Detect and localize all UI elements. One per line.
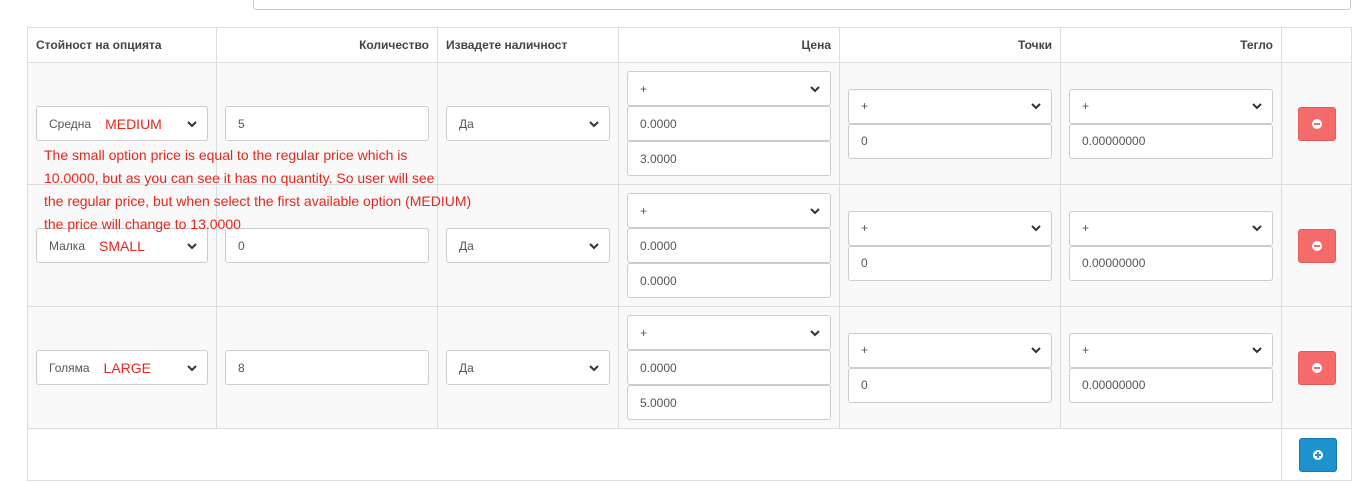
annotation-line: the regular price, but when select the f… bbox=[44, 193, 472, 209]
option-value-label: Средна bbox=[49, 116, 92, 131]
points-prefix-select[interactable]: + bbox=[848, 88, 1052, 124]
price-prefix-select[interactable]: + bbox=[627, 71, 831, 106]
extra-price-input[interactable]: 5.0000 bbox=[627, 385, 831, 420]
chevron-down-icon bbox=[587, 117, 601, 131]
chevron-down-icon bbox=[808, 82, 822, 96]
chevron-down-icon bbox=[1250, 343, 1264, 357]
weight-input[interactable]: 0.00000000 bbox=[1069, 123, 1273, 159]
option-values-table: Стойност на опцията Количество Извадете … bbox=[27, 27, 1352, 481]
chevron-down-icon bbox=[185, 239, 199, 253]
remove-option-button[interactable] bbox=[1297, 350, 1336, 385]
option-value-label: Малка bbox=[49, 238, 85, 253]
minus-circle-icon bbox=[1311, 118, 1322, 129]
table-footer-row bbox=[27, 428, 1352, 481]
chevron-down-icon bbox=[185, 117, 199, 131]
chevron-down-icon bbox=[1029, 343, 1043, 357]
table-header-row: Стойност на опцията Количество Извадете … bbox=[27, 27, 1352, 63]
points-input[interactable]: 0 bbox=[848, 123, 1052, 159]
price-input[interactable]: 0.0000 bbox=[627, 350, 831, 385]
subtract-select[interactable]: Да bbox=[446, 350, 610, 385]
option-name-input[interactable] bbox=[253, 0, 1351, 10]
subtract-select[interactable]: Да bbox=[446, 106, 610, 141]
extra-price-input[interactable]: 3.0000 bbox=[627, 141, 831, 176]
option-note: MEDIUM bbox=[105, 115, 162, 132]
minus-circle-icon bbox=[1311, 240, 1322, 251]
extra-price-input[interactable]: 0.0000 bbox=[627, 263, 831, 298]
points-prefix-select[interactable]: + bbox=[848, 332, 1052, 368]
add-option-value-button[interactable] bbox=[1299, 437, 1337, 472]
annotation-line: the price will change to 13.0000 bbox=[44, 216, 241, 232]
chevron-down-icon bbox=[1250, 221, 1264, 235]
chevron-down-icon bbox=[587, 239, 601, 253]
remove-option-button[interactable] bbox=[1297, 228, 1336, 263]
chevron-down-icon bbox=[808, 204, 822, 218]
header-option-value: Стойност на опцията bbox=[27, 27, 217, 63]
header-quantity: Количество bbox=[216, 27, 438, 63]
price-prefix-select[interactable]: + bbox=[627, 315, 831, 350]
price-input[interactable]: 0.0000 bbox=[627, 106, 831, 141]
annotation-line: 10.0000, but as you can see it has no qu… bbox=[44, 170, 435, 186]
points-input[interactable]: 0 bbox=[848, 245, 1052, 281]
price-prefix-select[interactable]: + bbox=[627, 193, 831, 228]
chevron-down-icon bbox=[1029, 221, 1043, 235]
table-row: Голяма LARGE 8 Да + 0.0000 5.0000 + 0 + … bbox=[27, 306, 1352, 429]
option-value-label: Голяма bbox=[49, 360, 90, 375]
plus-circle-icon bbox=[1313, 449, 1323, 460]
option-note: LARGE bbox=[103, 359, 151, 376]
header-subtract: Извадете наличност bbox=[437, 27, 619, 63]
annotation-line: The small option price is equal to the r… bbox=[44, 147, 408, 163]
weight-input[interactable]: 0.00000000 bbox=[1069, 367, 1273, 403]
header-price: Цена bbox=[618, 27, 840, 63]
chevron-down-icon bbox=[185, 361, 199, 375]
chevron-down-icon bbox=[1029, 99, 1043, 113]
weight-prefix-select[interactable]: + bbox=[1069, 88, 1273, 124]
quantity-input[interactable]: 8 bbox=[225, 350, 429, 385]
points-input[interactable]: 0 bbox=[848, 367, 1052, 403]
chevron-down-icon bbox=[808, 326, 822, 340]
price-input[interactable]: 0.0000 bbox=[627, 228, 831, 263]
minus-circle-icon bbox=[1311, 362, 1322, 373]
option-note: SMALL bbox=[99, 237, 145, 254]
weight-input[interactable]: 0.00000000 bbox=[1069, 245, 1273, 281]
annotation-note: The small option price is equal to the r… bbox=[44, 144, 484, 236]
header-actions bbox=[1281, 27, 1352, 63]
header-weight: Тегло bbox=[1060, 27, 1282, 63]
chevron-down-icon bbox=[1250, 99, 1264, 113]
option-value-select[interactable]: Средна MEDIUM bbox=[36, 106, 208, 141]
header-points: Точки bbox=[839, 27, 1061, 63]
remove-option-button[interactable] bbox=[1297, 106, 1336, 141]
weight-prefix-select[interactable]: + bbox=[1069, 332, 1273, 368]
quantity-input[interactable]: 5 bbox=[225, 106, 429, 141]
points-prefix-select[interactable]: + bbox=[848, 210, 1052, 246]
weight-prefix-select[interactable]: + bbox=[1069, 210, 1273, 246]
option-value-select[interactable]: Голяма LARGE bbox=[36, 350, 208, 385]
chevron-down-icon bbox=[587, 361, 601, 375]
